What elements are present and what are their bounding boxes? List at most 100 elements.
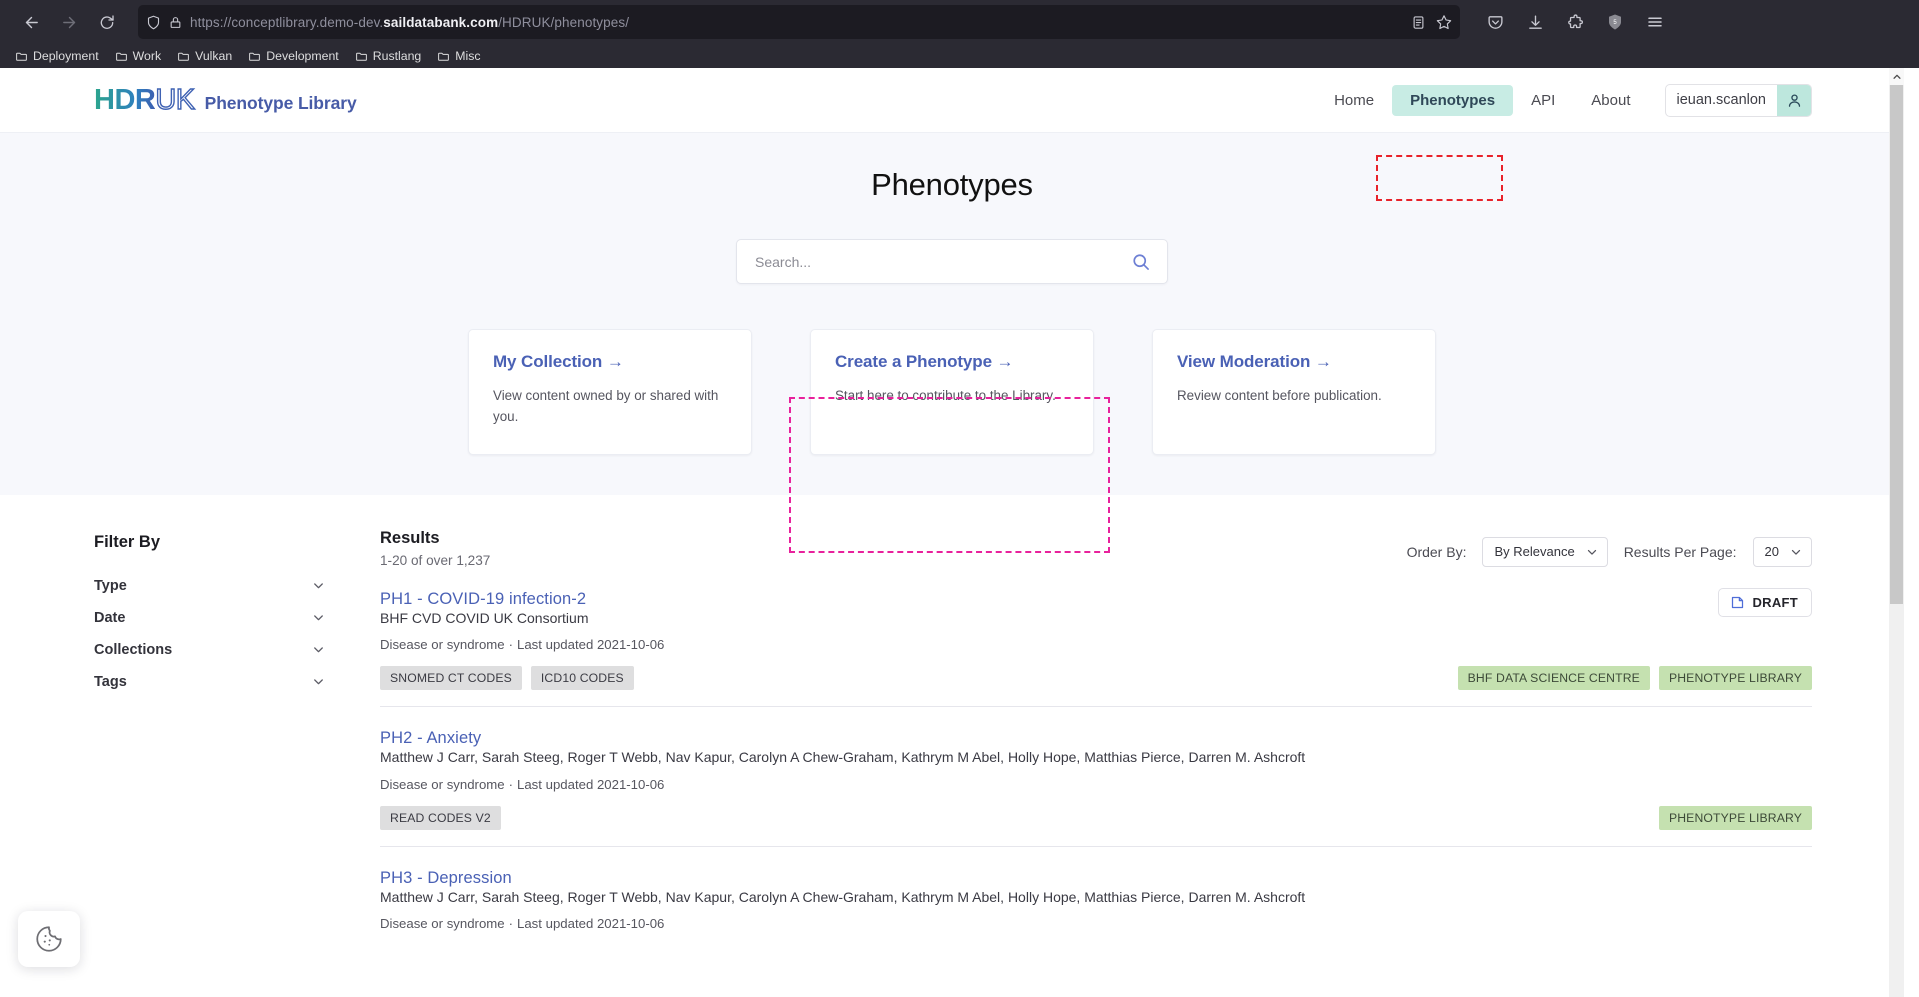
search-input[interactable] [755,253,1131,270]
coding-chip[interactable]: READ CODES V2 [380,805,501,830]
filter-label: Tags [94,673,127,690]
card-title-text: View Moderation [1177,352,1311,371]
forward-arrow-icon[interactable] [52,5,86,39]
filter-item-date[interactable]: Date [94,602,356,634]
coding-system-chips: SNOMED CT CODES ICD10 CODES [380,666,634,691]
reader-view-icon[interactable] [1411,15,1426,30]
chevron-down-icon[interactable] [311,642,326,657]
result-type: Disease or syndrome [380,776,505,792]
scrollbar-thumb[interactable] [1890,85,1903,604]
draft-document-icon [1730,595,1745,610]
chevron-down-icon[interactable] [1585,545,1599,559]
bookmark-folder[interactable]: Deployment [8,47,106,65]
downloads-icon[interactable] [1518,5,1552,39]
results-per-page-select[interactable]: 20 [1752,536,1812,567]
order-by-select[interactable]: By Relevance [1482,536,1608,567]
result-row[interactable]: PH2 - Anxiety Matthew J Carr, Sarah Stee… [380,707,1812,847]
results-header: Results 1-20 of over 1,237 Order By: By … [380,529,1812,568]
result-authors: Matthew J Carr, Sarah Steeg, Roger T Web… [380,749,1306,766]
bookmark-folder[interactable]: Work [108,47,168,65]
arrow-right-icon: → [1314,352,1332,371]
nav-item-home[interactable]: Home [1316,85,1392,116]
bookmark-folder[interactable]: Misc [430,47,487,65]
username-label: ieuan.scanlon [1676,92,1767,108]
card-title: Create a Phenotype → [835,352,1069,372]
result-meta: Disease or syndrome · Last updated 2021-10… [380,916,1812,931]
hdruk-phenotype-library-logo[interactable]: HDRUK Phenotype Library [94,83,357,116]
user-account-chip[interactable]: ieuan.scanlon [1664,83,1812,117]
url-text[interactable]: https://conceptlibrary.demo-dev.saildata… [190,15,1403,30]
folder-icon [438,52,450,61]
page-viewport: HDRUK Phenotype Library Home Phenotypes … [0,68,1904,997]
filter-item-type[interactable]: Type [94,570,356,602]
collection-chips: PHENOTYPE LIBRARY [1658,805,1812,830]
card-title-text: Create a Phenotype [835,352,992,371]
tracking-protection-shield-icon[interactable] [146,15,161,30]
result-title-link[interactable]: PH3 - Depression [380,869,512,887]
result-updated: Last updated 2021-10-06 [517,776,665,792]
bookmark-folder[interactable]: Vulkan [170,47,239,65]
result-row[interactable]: PH3 - Depression Matthew J Carr, Sarah S… [380,847,1812,962]
nav-item-phenotypes[interactable]: Phenotypes [1392,84,1514,116]
result-title-link[interactable]: PH1 - COVID-19 infection-2 [380,590,586,608]
result-row[interactable]: PH1 - COVID-19 infection-2 BHF CVD COVID… [380,568,1812,708]
url-domain: saildatabank.com [383,14,499,30]
result-type: Disease or syndrome [380,637,505,653]
folder-icon [249,52,261,61]
result-chip-row: SNOMED CT CODES ICD10 CODES BHF DATA SCI… [380,666,1812,691]
folder-icon [355,52,367,61]
coding-chip[interactable]: ICD10 CODES [530,666,634,691]
card-create-a-phenotype[interactable]: Create a Phenotype → Start here to contr… [810,329,1094,455]
card-title-text: My Collection [493,352,603,371]
coding-chip[interactable]: SNOMED CT CODES [380,666,522,691]
search-magnifier-icon[interactable] [1131,252,1151,272]
search-bar[interactable] [736,239,1168,284]
bookmark-folder[interactable]: Development [241,47,345,65]
filter-label: Date [94,609,126,626]
filter-item-tags[interactable]: Tags [94,666,356,698]
result-updated: Last updated 2021-10-06 [517,637,665,653]
star-bookmark-icon[interactable] [1436,14,1452,30]
collection-chip[interactable]: PHENOTYPE LIBRARY [1658,666,1812,691]
result-authors: BHF CVD COVID UK Consortium [380,609,589,626]
results-per-page-value: 20 [1764,544,1779,560]
browser-chrome: https://conceptlibrary.demo-dev.saildata… [0,0,1919,68]
url-bar[interactable]: https://conceptlibrary.demo-dev.saildata… [138,5,1460,39]
chevron-down-icon[interactable] [311,578,326,593]
collection-chip[interactable]: BHF DATA SCIENCE CENTRE [1457,666,1650,691]
filter-item-collections[interactable]: Collections [94,634,356,666]
logo-uk-text: UK [155,83,196,116]
page-scrollbar[interactable] [1889,68,1904,997]
person-avatar-icon[interactable] [1777,84,1811,116]
collection-chips: BHF DATA SCIENCE CENTRE PHENOTYPE LIBRAR… [1457,666,1812,691]
chevron-down-icon[interactable] [311,674,326,689]
logo-wordmark: Phenotype Library [204,92,357,113]
results-controls: Order By: By Relevance Results Per Page:… [1407,529,1812,567]
order-by-label: Order By: [1406,543,1467,560]
card-view-moderation[interactable]: View Moderation → Review content before … [1152,329,1436,455]
bookmark-folder[interactable]: Rustlang [348,47,429,65]
result-title-link[interactable]: PH2 - Anxiety [380,729,481,747]
hamburger-menu-icon[interactable] [1638,5,1672,39]
result-chip-row: READ CODES V2 PHENOTYPE LIBRARY [380,805,1812,830]
reload-icon[interactable] [90,5,124,39]
card-description: View content owned by or shared with you… [493,388,719,424]
nav-item-api[interactable]: API [1513,85,1573,116]
card-my-collection[interactable]: My Collection → View content owned by or… [468,329,752,455]
scroll-up-arrow-icon[interactable] [1889,68,1904,85]
collection-chip[interactable]: PHENOTYPE LIBRARY [1658,805,1812,830]
result-updated: Last updated 2021-10-06 [517,916,665,932]
cookie-consent-button[interactable] [18,911,80,967]
padlock-icon[interactable] [169,16,182,29]
chevron-down-icon[interactable] [311,610,326,625]
chevron-down-icon[interactable] [1789,545,1803,559]
meta-separator: · [508,776,514,792]
url-prefix: https://conceptlibrary.demo-dev. [190,14,384,30]
nav-item-about[interactable]: About [1573,85,1648,116]
extension-icon[interactable] [1558,5,1592,39]
back-arrow-icon[interactable] [14,5,48,39]
card-title: View Moderation → [1177,352,1411,372]
pocket-icon[interactable] [1478,5,1512,39]
bookmark-label: Work [132,49,162,63]
ublock-shield-icon[interactable]: 5 [1598,5,1632,39]
